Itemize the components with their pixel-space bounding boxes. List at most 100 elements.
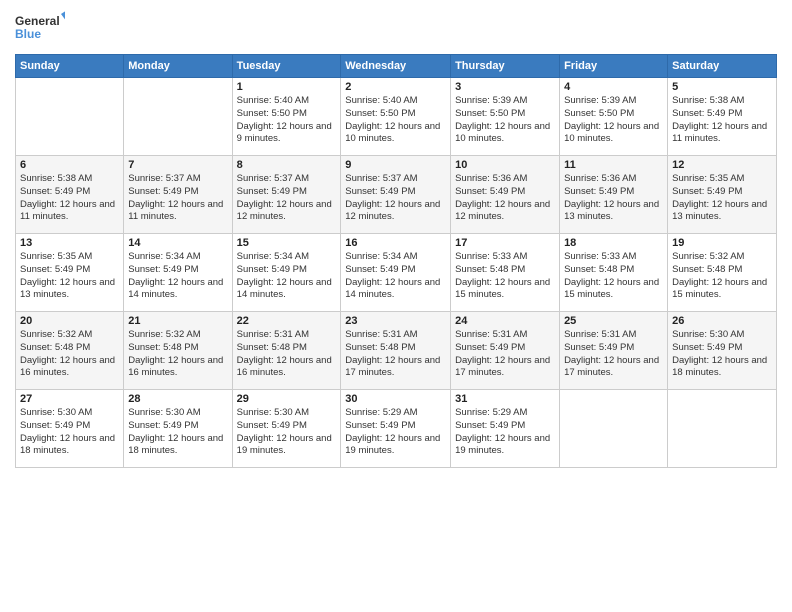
logo: General Blue	[15, 10, 65, 46]
header: General Blue	[15, 10, 777, 46]
day-cell	[560, 390, 668, 468]
page: General Blue SundayMondayTuesdayWednesda…	[0, 0, 792, 612]
day-info: Sunrise: 5:36 AM Sunset: 5:49 PM Dayligh…	[455, 173, 555, 224]
day-cell: 21Sunrise: 5:32 AM Sunset: 5:48 PM Dayli…	[124, 312, 232, 390]
day-info: Sunrise: 5:29 AM Sunset: 5:49 PM Dayligh…	[455, 407, 555, 458]
day-cell: 27 Sunrise: 5:30 AM Sunset: 5:49 PM Dayli…	[16, 390, 124, 468]
day-cell: 31 Sunrise: 5:29 AM Sunset: 5:49 PM Dayli…	[451, 390, 560, 468]
day-cell: 17Sunrise: 5:33 AM Sunset: 5:48 PM Dayli…	[451, 234, 560, 312]
day-info: Sunrise: 5:30 AM Sunset: 5:49 PM Dayligh…	[672, 329, 772, 380]
weekday-header-monday: Monday	[124, 55, 232, 78]
day-number: 27	[20, 393, 119, 405]
day-cell: 5 Sunrise: 5:38 AM Sunset: 5:49 PM Daylig…	[668, 78, 777, 156]
day-number: 5	[672, 81, 772, 93]
day-info: Sunrise: 5:30 AM Sunset: 5:49 PM Dayligh…	[20, 407, 119, 458]
day-cell: 28Sunrise: 5:30 AM Sunset: 5:49 PM Dayli…	[124, 390, 232, 468]
day-number: 12	[672, 159, 772, 171]
day-number: 22	[237, 315, 337, 327]
week-row-2: 6 Sunrise: 5:38 AM Sunset: 5:49 PM Daylig…	[16, 156, 777, 234]
day-cell: 14 Sunrise: 5:34 AM Sunset: 5:49 PM Dayli…	[124, 234, 232, 312]
day-info: Sunrise: 5:32 AM Sunset: 5:48 PM Dayligh…	[128, 329, 227, 380]
day-info: Sunrise: 5:38 AM Sunset: 5:49 PM Dayligh…	[672, 95, 772, 146]
day-cell: 10 Sunrise: 5:36 AM Sunset: 5:49 PM Dayli…	[451, 156, 560, 234]
day-number: 31	[455, 393, 555, 405]
day-cell: 23 Sunrise: 5:31 AM Sunset: 5:48 PM Dayli…	[341, 312, 451, 390]
day-info: Sunrise: 5:29 AM Sunset: 5:49 PM Dayligh…	[345, 407, 446, 458]
day-number: 16	[345, 237, 446, 249]
day-info: Sunrise: 5:37 AM Sunset: 5:49 PM Dayligh…	[128, 173, 227, 224]
day-number: 29	[237, 393, 337, 405]
day-cell: 2 Sunrise: 5:40 AM Sunset: 5:50 PM Daylig…	[341, 78, 451, 156]
day-cell: 13 Sunrise: 5:35 AM Sunset: 5:49 PM Dayli…	[16, 234, 124, 312]
day-number: 7	[128, 159, 227, 171]
day-cell: 15 Sunrise: 5:34 AM Sunset: 5:49 PM Dayli…	[232, 234, 341, 312]
week-row-4: 20 Sunrise: 5:32 AM Sunset: 5:48 PM Dayli…	[16, 312, 777, 390]
day-number: 9	[345, 159, 446, 171]
day-cell: 26 Sunrise: 5:30 AM Sunset: 5:49 PM Dayli…	[668, 312, 777, 390]
day-number: 4	[564, 81, 663, 93]
day-cell: 30 Sunrise: 5:29 AM Sunset: 5:49 PM Dayli…	[341, 390, 451, 468]
day-info: Sunrise: 5:37 AM Sunset: 5:49 PM Dayligh…	[345, 173, 446, 224]
day-cell: 16 Sunrise: 5:34 AM Sunset: 5:49 PM Dayli…	[341, 234, 451, 312]
day-number: 8	[237, 159, 337, 171]
day-info: Sunrise: 5:37 AM Sunset: 5:49 PM Dayligh…	[237, 173, 337, 224]
day-cell	[668, 390, 777, 468]
day-info: Sunrise: 5:31 AM Sunset: 5:48 PM Dayligh…	[237, 329, 337, 380]
weekday-header-friday: Friday	[560, 55, 668, 78]
day-cell: 24Sunrise: 5:31 AM Sunset: 5:49 PM Dayli…	[451, 312, 560, 390]
day-info: Sunrise: 5:33 AM Sunset: 5:48 PM Dayligh…	[564, 251, 663, 302]
day-info: Sunrise: 5:36 AM Sunset: 5:49 PM Dayligh…	[564, 173, 663, 224]
day-cell	[124, 78, 232, 156]
day-number: 10	[455, 159, 555, 171]
calendar-body: 1 Sunrise: 5:40 AM Sunset: 5:50 PM Daylig…	[16, 78, 777, 468]
day-cell: 8 Sunrise: 5:37 AM Sunset: 5:49 PM Daylig…	[232, 156, 341, 234]
day-number: 24	[455, 315, 555, 327]
day-number: 1	[237, 81, 337, 93]
day-info: Sunrise: 5:31 AM Sunset: 5:49 PM Dayligh…	[564, 329, 663, 380]
day-cell: 25 Sunrise: 5:31 AM Sunset: 5:49 PM Dayli…	[560, 312, 668, 390]
day-number: 6	[20, 159, 119, 171]
day-cell: 3Sunrise: 5:39 AM Sunset: 5:50 PM Daylig…	[451, 78, 560, 156]
day-number: 3	[455, 81, 555, 93]
day-info: Sunrise: 5:30 AM Sunset: 5:49 PM Dayligh…	[128, 407, 227, 458]
day-info: Sunrise: 5:35 AM Sunset: 5:49 PM Dayligh…	[20, 251, 119, 302]
day-info: Sunrise: 5:40 AM Sunset: 5:50 PM Dayligh…	[345, 95, 446, 146]
day-number: 14	[128, 237, 227, 249]
day-info: Sunrise: 5:34 AM Sunset: 5:49 PM Dayligh…	[237, 251, 337, 302]
weekday-header-sunday: Sunday	[16, 55, 124, 78]
day-number: 11	[564, 159, 663, 171]
day-number: 18	[564, 237, 663, 249]
day-info: Sunrise: 5:32 AM Sunset: 5:48 PM Dayligh…	[20, 329, 119, 380]
weekday-header-saturday: Saturday	[668, 55, 777, 78]
day-number: 15	[237, 237, 337, 249]
day-number: 26	[672, 315, 772, 327]
day-info: Sunrise: 5:40 AM Sunset: 5:50 PM Dayligh…	[237, 95, 337, 146]
weekday-header-thursday: Thursday	[451, 55, 560, 78]
day-number: 17	[455, 237, 555, 249]
week-row-3: 13 Sunrise: 5:35 AM Sunset: 5:49 PM Dayli…	[16, 234, 777, 312]
day-number: 30	[345, 393, 446, 405]
day-cell: 19Sunrise: 5:32 AM Sunset: 5:48 PM Dayli…	[668, 234, 777, 312]
weekday-header-wednesday: Wednesday	[341, 55, 451, 78]
day-cell: 6 Sunrise: 5:38 AM Sunset: 5:49 PM Daylig…	[16, 156, 124, 234]
day-info: Sunrise: 5:35 AM Sunset: 5:49 PM Dayligh…	[672, 173, 772, 224]
day-cell: 7 Sunrise: 5:37 AM Sunset: 5:49 PM Daylig…	[124, 156, 232, 234]
day-cell: 20 Sunrise: 5:32 AM Sunset: 5:48 PM Dayli…	[16, 312, 124, 390]
calendar-header: SundayMondayTuesdayWednesdayThursdayFrid…	[16, 55, 777, 78]
day-info: Sunrise: 5:38 AM Sunset: 5:49 PM Dayligh…	[20, 173, 119, 224]
day-info: Sunrise: 5:34 AM Sunset: 5:49 PM Dayligh…	[345, 251, 446, 302]
weekday-header-tuesday: Tuesday	[232, 55, 341, 78]
day-info: Sunrise: 5:34 AM Sunset: 5:49 PM Dayligh…	[128, 251, 227, 302]
svg-text:General: General	[15, 14, 60, 28]
day-number: 13	[20, 237, 119, 249]
logo-svg: General Blue	[15, 10, 65, 46]
day-cell: 29Sunrise: 5:30 AM Sunset: 5:49 PM Dayli…	[232, 390, 341, 468]
day-info: Sunrise: 5:31 AM Sunset: 5:48 PM Dayligh…	[345, 329, 446, 380]
day-cell: 12 Sunrise: 5:35 AM Sunset: 5:49 PM Dayli…	[668, 156, 777, 234]
day-cell: 11 Sunrise: 5:36 AM Sunset: 5:49 PM Dayli…	[560, 156, 668, 234]
day-number: 2	[345, 81, 446, 93]
day-number: 25	[564, 315, 663, 327]
day-number: 23	[345, 315, 446, 327]
day-number: 20	[20, 315, 119, 327]
day-cell: 4Sunrise: 5:39 AM Sunset: 5:50 PM Daylig…	[560, 78, 668, 156]
